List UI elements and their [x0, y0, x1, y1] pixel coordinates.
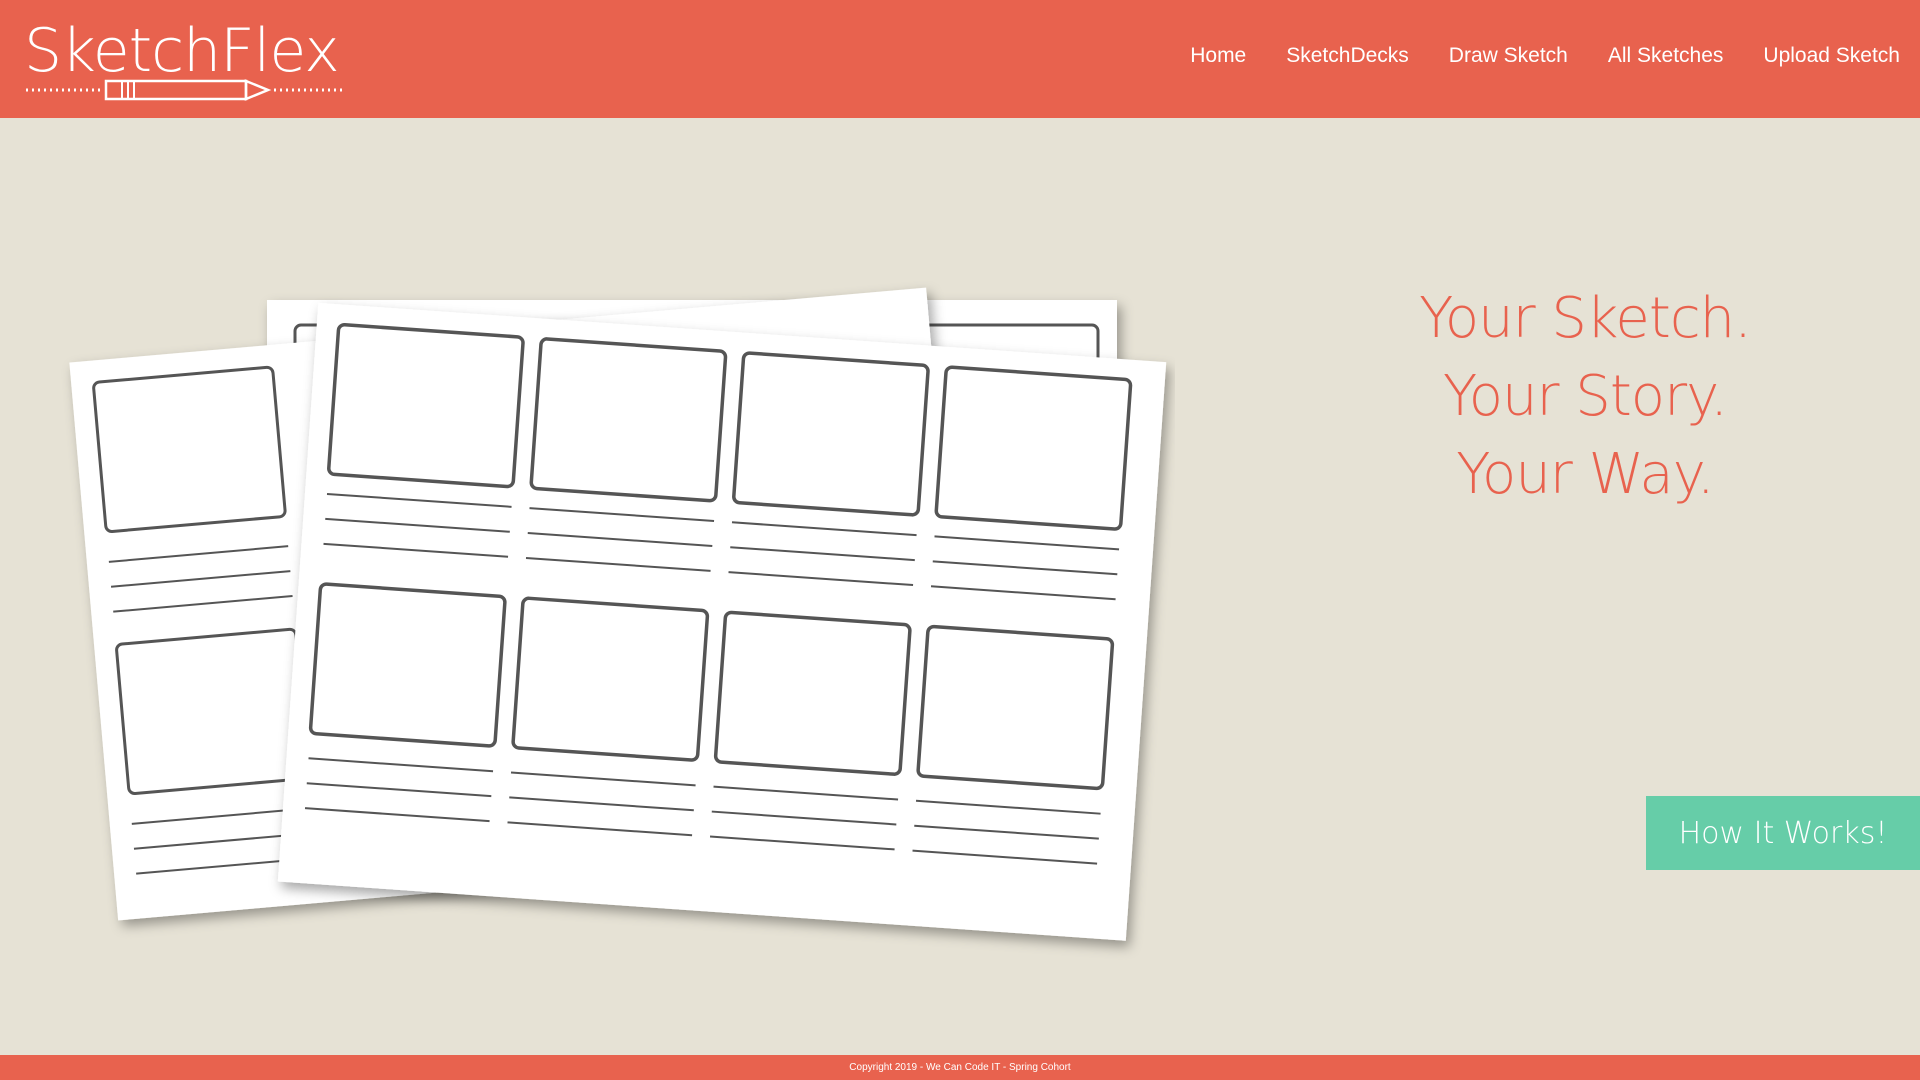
pencil-icon — [26, 79, 342, 101]
nav-home[interactable]: Home — [1190, 44, 1246, 68]
nav-all-sketches[interactable]: All Sketches — [1608, 44, 1724, 68]
storyboard-illustration — [69, 287, 1167, 941]
nav-upload-sketch[interactable]: Upload Sketch — [1763, 44, 1900, 68]
site-footer: Copyright 2019 - We Can Code IT - Spring… — [0, 1055, 1920, 1080]
copyright-text: Copyright 2019 - We Can Code IT - Spring… — [849, 1062, 1071, 1073]
nav-draw-sketch[interactable]: Draw Sketch — [1449, 44, 1568, 68]
site-header: SketchFlex Home SketchDecks Draw Sketch … — [0, 0, 1920, 118]
how-it-works-button[interactable]: How It Works! — [1646, 796, 1920, 870]
tagline-line-2: Your Story. — [1442, 364, 1728, 429]
tagline-line-1: Your Sketch. — [1419, 286, 1752, 351]
hero-tagline: Your Sketch. Your Story. Your Way. — [1300, 280, 1870, 514]
main-nav: Home SketchDecks Draw Sketch All Sketche… — [1150, 44, 1900, 68]
tagline-line-3: Your Way. — [1456, 442, 1714, 507]
logo[interactable]: SketchFlex — [24, 18, 344, 108]
logo-text: SketchFlex — [24, 16, 340, 86]
storyboard-sheet-front — [277, 302, 1167, 941]
nav-sketchdecks[interactable]: SketchDecks — [1286, 44, 1409, 68]
